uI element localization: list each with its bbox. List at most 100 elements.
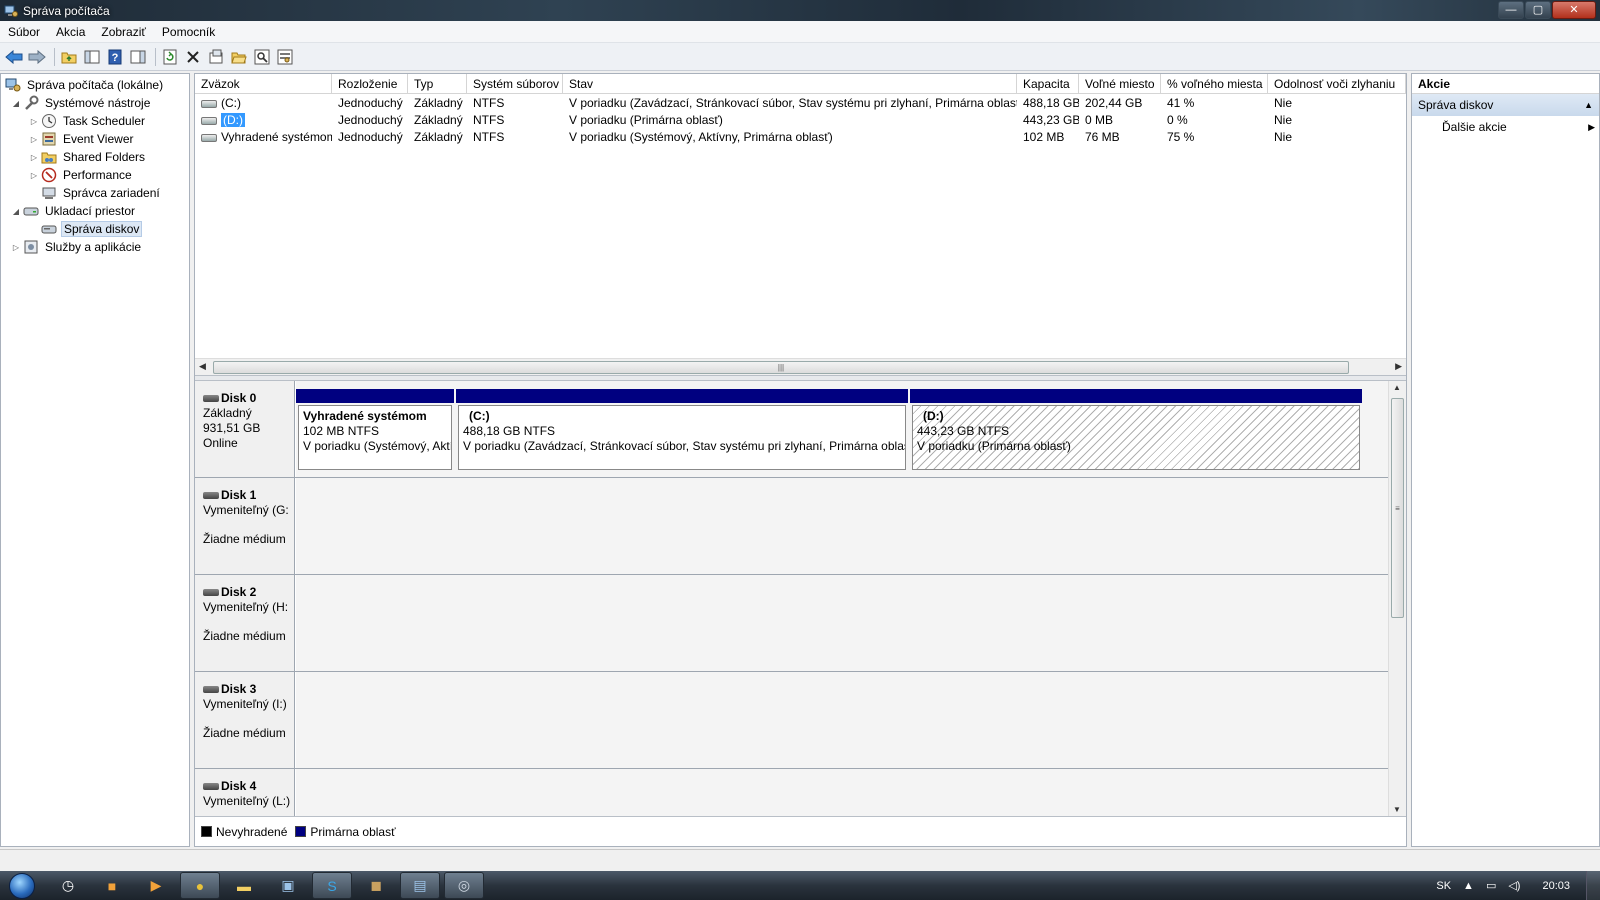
table-row[interactable]: (D:) Jednoduchý Základný NTFS V poriadku… — [195, 112, 1406, 129]
collapsed-arrow-icon[interactable]: ▷ — [11, 243, 21, 252]
taskbar-app-network[interactable]: ◎ — [444, 872, 484, 899]
tray-expand-icon[interactable]: ▲ — [1463, 880, 1474, 892]
partition-bar — [296, 389, 454, 403]
action-more-actions[interactable]: Ďalšie akcie ▶ — [1412, 116, 1599, 138]
scroll-left-icon[interactable]: ◀ — [199, 361, 206, 372]
column-header-volume[interactable]: Zväzok — [195, 74, 332, 94]
table-row[interactable]: Vyhradené systémom Jednoduchý Základný N… — [195, 129, 1406, 146]
menu-file[interactable]: Súbor — [0, 22, 48, 42]
partition-system-reserved[interactable]: Vyhradené systémom 102 MB NTFS V poriadk… — [296, 389, 454, 474]
taskbar-app-package[interactable]: ◼ — [356, 872, 396, 899]
scroll-up-icon[interactable]: ▲ — [1393, 383, 1401, 392]
tree-item-disk-management[interactable]: Správa diskov — [29, 220, 143, 238]
vertical-scrollbar[interactable]: ▲ ≡ ▼ — [1388, 381, 1406, 816]
partition-c[interactable]: (C:) 488,18 GB NTFS V poriadku (Zavádzac… — [456, 389, 908, 474]
scrollbar-thumb[interactable]: ≡ — [1391, 398, 1404, 618]
tree-item-services-apps[interactable]: ▷ Služby a aplikácie — [11, 238, 143, 256]
clock-app-icon: ◷ — [61, 877, 75, 893]
tree-item-shared-folders[interactable]: ▷ Shared Folders — [29, 148, 147, 166]
menu-view[interactable]: Zobraziť — [93, 22, 154, 42]
collapsed-arrow-icon[interactable]: ▷ — [29, 117, 39, 126]
taskbar-app-clock[interactable]: ◷ — [48, 872, 88, 899]
fault-tolerance-cell: Nie — [1274, 113, 1293, 127]
maximize-button[interactable]: ▢ — [1525, 1, 1551, 19]
delete-icon[interactable] — [183, 47, 203, 67]
show-desktop-button[interactable] — [1586, 871, 1600, 900]
refresh-icon[interactable] — [160, 47, 180, 67]
tree-item-label: Správa diskov — [61, 221, 143, 237]
taskbar-app-media[interactable]: ▶ — [136, 872, 176, 899]
expanded-arrow-icon[interactable]: ◢ — [11, 99, 21, 108]
open-icon[interactable] — [229, 47, 249, 67]
taskbar-app-chrome[interactable]: ● — [180, 872, 220, 899]
expanded-arrow-icon[interactable]: ◢ — [11, 207, 21, 216]
column-header-type[interactable]: Typ — [408, 74, 467, 94]
collapsed-arrow-icon[interactable]: ▷ — [29, 135, 39, 144]
disk-label[interactable]: Disk 4 Vymeniteľný (L:) — [195, 769, 295, 816]
collapsed-arrow-icon[interactable]: ▷ — [29, 171, 39, 180]
disk-label[interactable]: Disk 1 Vymeniteľný (G: Žiadne médium — [195, 478, 295, 574]
menu-bar: Súbor Akcia Zobraziť Pomocník — [0, 21, 1600, 43]
system-tray: SK ▲ ▭ ◁) 20:03 — [1424, 871, 1600, 900]
tree-item-storage[interactable]: ◢ Ukladací priestor — [11, 202, 137, 220]
column-header-free-space[interactable]: Voľné miesto — [1079, 74, 1161, 94]
show-tree-icon[interactable] — [82, 47, 102, 67]
console-icon[interactable] — [128, 47, 148, 67]
column-header-fault-tolerance[interactable]: Odolnosť voči zlyhaniu — [1268, 74, 1406, 94]
column-header-percent-free[interactable]: % voľného miesta — [1161, 74, 1268, 94]
partition-status: V poriadku (Zavádzací, Stránkovací súbor… — [463, 439, 906, 453]
partition-d[interactable]: (D:) 443,23 GB NTFS V poriadku (Primárna… — [910, 389, 1362, 474]
menu-action[interactable]: Akcia — [48, 22, 93, 42]
start-button[interactable] — [0, 871, 44, 900]
network-tray-icon[interactable]: ▭ — [1486, 879, 1496, 892]
column-header-filesystem[interactable]: Systém súborov — [467, 74, 563, 94]
skype-icon: S — [327, 877, 337, 894]
column-header-layout[interactable]: Rozloženie — [332, 74, 408, 94]
scroll-right-icon[interactable]: ▶ — [1395, 361, 1402, 372]
actions-section-disk-management[interactable]: Správa diskov ▲ — [1412, 94, 1599, 116]
taskbar: ◷ ■ ▶ ● ▬ ▣ S ◼ ▤ ◎ SK ▲ ▭ ◁) 20:03 — [0, 871, 1600, 900]
scroll-down-icon[interactable]: ▼ — [1393, 805, 1401, 814]
scrollbar-thumb[interactable]: ||| — [213, 361, 1349, 374]
menu-help[interactable]: Pomocník — [154, 22, 223, 42]
partition-name: (D:) — [923, 409, 944, 423]
tree-item-computer-management[interactable]: Správa počítača (lokálne) — [5, 76, 165, 94]
column-header-capacity[interactable]: Kapacita — [1017, 74, 1079, 94]
settings-icon[interactable] — [275, 47, 295, 67]
floppy-icon: ▣ — [281, 877, 295, 893]
language-indicator[interactable]: SK — [1436, 880, 1451, 892]
tree-item-event-viewer[interactable]: ▷ Event Viewer — [29, 130, 135, 148]
taskbar-app-computer-management[interactable]: ▤ — [400, 872, 440, 899]
filesystem-cell: NTFS — [473, 130, 505, 144]
tree-item-task-scheduler[interactable]: ▷ Task Scheduler — [29, 112, 147, 130]
tree-item-label: Ukladací priestor — [45, 204, 136, 218]
percent-free-cell: 41 % — [1167, 96, 1195, 110]
disk-label[interactable]: Disk 2 Vymeniteľný (H: Žiadne médium — [195, 575, 295, 671]
properties-icon[interactable] — [206, 47, 226, 67]
collapse-arrow-icon[interactable]: ▲ — [1584, 94, 1593, 116]
collapsed-arrow-icon[interactable]: ▷ — [29, 153, 39, 162]
taskbar-app-explorer[interactable]: ▬ — [224, 872, 264, 899]
tree-item-system-tools[interactable]: ◢ Systémové nástroje — [11, 94, 152, 112]
volume-icon[interactable]: ◁) — [1508, 879, 1520, 892]
column-header-status[interactable]: Stav — [563, 74, 1017, 94]
taskbar-app-skype[interactable]: S — [312, 872, 352, 899]
tree-item-performance[interactable]: ▷ Performance — [29, 166, 134, 184]
search-icon[interactable] — [252, 47, 272, 67]
up-folder-icon[interactable] — [59, 47, 79, 67]
minimize-button[interactable]: — — [1498, 1, 1524, 19]
disk-label[interactable]: Disk 3 Vymeniteľný (I:) Žiadne médium — [195, 672, 295, 768]
taskbar-app-save[interactable]: ▣ — [268, 872, 308, 899]
tree-item-label: Služby a aplikácie — [45, 240, 142, 254]
help-icon[interactable]: ? — [105, 47, 125, 67]
disk-label[interactable]: Disk 0 Základný 931,51 GB Online — [195, 381, 295, 477]
close-button[interactable]: ✕ — [1552, 1, 1596, 19]
taskbar-app-game[interactable]: ■ — [92, 872, 132, 899]
tree-item-device-manager[interactable]: Správca zariadení — [29, 184, 162, 202]
horizontal-scrollbar[interactable]: ◀ ||| ▶ — [195, 358, 1406, 375]
forward-icon[interactable] — [27, 47, 47, 67]
legend: Nevyhradené Primárna oblasť — [195, 816, 1406, 846]
back-icon[interactable] — [4, 47, 24, 67]
table-row[interactable]: (C:) Jednoduchý Základný NTFS V poriadku… — [195, 95, 1406, 112]
clock-time[interactable]: 20:03 — [1542, 880, 1570, 892]
